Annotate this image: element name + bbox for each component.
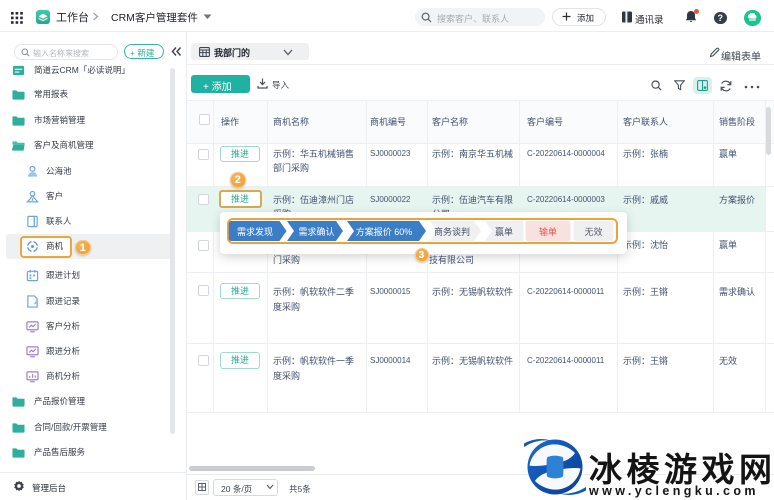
svg-text:输单: 输单 xyxy=(539,226,557,237)
svg-text:商务谈判: 商务谈判 xyxy=(434,226,470,237)
svg-text:需求确认: 需求确认 xyxy=(298,226,334,237)
svg-text:无效: 无效 xyxy=(584,226,602,237)
svg-text:方案报价 60%: 方案报价 60% xyxy=(356,226,413,237)
svg-text:赢单: 赢单 xyxy=(495,226,513,237)
svg-text:需求发现: 需求发现 xyxy=(237,226,273,237)
